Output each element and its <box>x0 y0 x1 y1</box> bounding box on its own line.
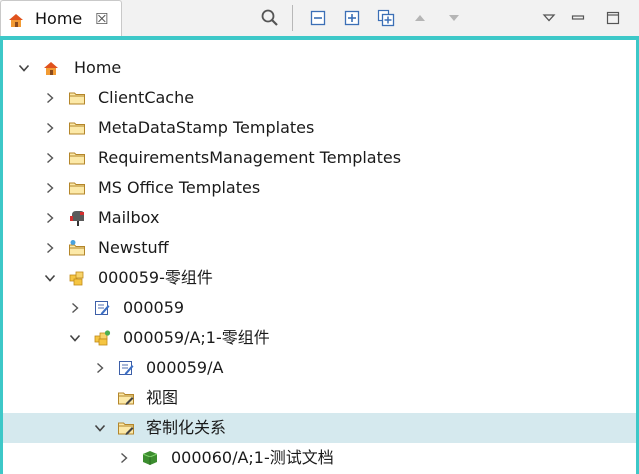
tree-node-label: 000059-零组件 <box>98 268 213 287</box>
tree-node-metadatastamp-templates[interactable]: MetaDataStamp Templates <box>3 113 636 143</box>
tree-node-label: Newstuff <box>98 238 169 257</box>
tree-node-label: Mailbox <box>98 208 160 227</box>
tree-node-custom-relations[interactable]: 客制化关系 <box>3 413 636 443</box>
pseudo-folder-icon <box>118 422 134 435</box>
tree-node-label: 000059 <box>123 298 185 317</box>
chevron-right-icon[interactable] <box>93 361 107 375</box>
tab-home[interactable]: Home ☒ <box>0 0 122 38</box>
tree-node-label: ClientCache <box>98 88 195 107</box>
chevron-down-icon[interactable] <box>68 331 82 345</box>
tree-node-item-master-000059[interactable]: 000059 <box>3 293 636 323</box>
close-icon[interactable]: ☒ <box>95 9 108 29</box>
tree-node-label: RequirementsManagement Templates <box>98 148 402 167</box>
tree-node-item-revision-000059-a1[interactable]: 000059/A;1-零组件 <box>3 323 636 353</box>
item-master-icon <box>119 361 134 375</box>
newstuff-folder-icon <box>69 240 85 256</box>
item-icon <box>69 271 84 286</box>
document-revision-icon <box>142 451 158 465</box>
item-revision-icon <box>94 330 111 346</box>
search-icon[interactable] <box>258 6 282 30</box>
collapse-all-icon[interactable] <box>306 6 330 30</box>
chevron-right-icon[interactable] <box>117 451 131 465</box>
navigator-tree-panel: Home ClientCache MetaDataStamp Templates… <box>0 36 639 474</box>
chevron-right-icon[interactable] <box>43 241 57 255</box>
tree-node-ms-office-templates[interactable]: MS Office Templates <box>3 173 636 203</box>
tree-node-label: 视图 <box>146 388 179 407</box>
folder-icon <box>69 182 85 195</box>
tree-node-newstuff[interactable]: Newstuff <box>3 233 636 263</box>
mailbox-icon <box>70 211 84 226</box>
tree-node-requirementsmanagement-templates[interactable]: RequirementsManagement Templates <box>3 143 636 173</box>
chevron-down-icon[interactable] <box>43 271 57 285</box>
tree-node-label: MetaDataStamp Templates <box>98 118 315 137</box>
tree-node-views[interactable]: 视图 <box>3 383 636 413</box>
chevron-right-icon[interactable] <box>43 91 57 105</box>
chevron-right-icon[interactable] <box>68 301 82 315</box>
arrow-up-icon[interactable] <box>408 6 432 30</box>
expand-selected-icon[interactable] <box>374 6 398 30</box>
home-icon <box>44 62 58 75</box>
toolbar-separator <box>292 5 293 31</box>
arrow-down-icon[interactable] <box>442 6 466 30</box>
item-master-icon <box>95 301 110 315</box>
expand-all-icon[interactable] <box>340 6 364 30</box>
tree-node-home[interactable]: Home <box>3 53 636 83</box>
chevron-right-icon[interactable] <box>43 151 57 165</box>
chevron-down-icon[interactable] <box>17 61 31 75</box>
tree-node-label: MS Office Templates <box>98 178 261 197</box>
folder-icon <box>69 122 85 135</box>
tree-node-mailbox[interactable]: Mailbox <box>3 203 636 233</box>
maximize-icon[interactable] <box>601 6 625 30</box>
tree-node-document-000060-a1[interactable]: 000060/A;1-测试文档 <box>3 443 636 473</box>
tree-node-item-revision-master-000059-a[interactable]: 000059/A <box>3 353 636 383</box>
view-menu-icon[interactable] <box>537 6 561 30</box>
tree-node-label: 000059/A;1-零组件 <box>123 328 270 347</box>
tree-node-label: 000059/A <box>146 358 224 377</box>
pseudo-folder-icon <box>118 392 134 405</box>
tree-node-label: 客制化关系 <box>146 418 227 437</box>
minimize-icon[interactable] <box>566 6 590 30</box>
view-tab-bar: Home ☒ <box>0 0 639 38</box>
tab-title: Home <box>35 9 83 28</box>
folder-icon <box>69 152 85 165</box>
home-icon <box>7 11 25 29</box>
chevron-right-icon[interactable] <box>43 121 57 135</box>
chevron-right-icon[interactable] <box>43 211 57 225</box>
tree-node-label: Home <box>74 58 122 77</box>
tree-node-label: 000060/A;1-测试文档 <box>171 448 334 467</box>
tree-node-clientcache[interactable]: ClientCache <box>3 83 636 113</box>
folder-icon <box>69 92 85 105</box>
chevron-down-icon[interactable] <box>93 421 107 435</box>
tree-node-item-000059[interactable]: 000059-零组件 <box>3 263 636 293</box>
chevron-right-icon[interactable] <box>43 181 57 195</box>
